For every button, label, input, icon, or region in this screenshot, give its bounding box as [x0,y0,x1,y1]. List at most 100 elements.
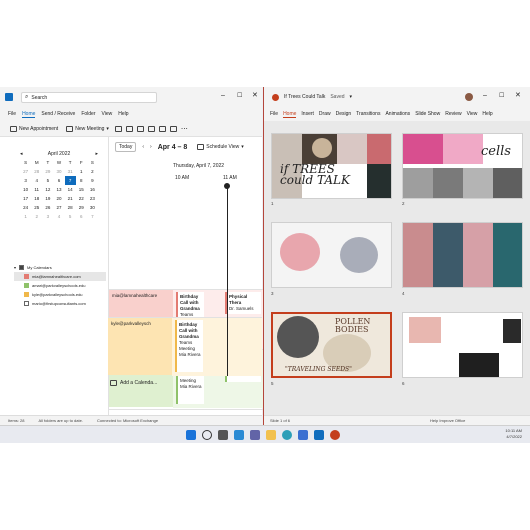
menu-draw[interactable]: Draw [319,111,331,117]
calendar-day[interactable]: 20 [53,194,64,203]
menu-home[interactable]: Home [22,111,36,118]
menu-view[interactable]: View [467,111,478,117]
calendar-checkbox[interactable] [24,301,29,306]
slide-thumbnail-2[interactable]: cells [402,133,523,199]
file-explorer-icon[interactable] [266,430,276,440]
task-view-icon[interactable] [218,430,228,440]
calendar-day[interactable]: 21 [65,194,76,203]
menu-help[interactable]: Help [482,111,492,117]
chat-icon[interactable] [250,430,260,440]
calendar-checkbox[interactable] [24,274,29,279]
close-button[interactable]: ✕ [252,91,258,99]
menu-file[interactable]: File [8,111,16,117]
calendar-day[interactable]: 23 [87,194,98,203]
calendar-day[interactable]: 18 [31,194,42,203]
menu-transitions[interactable]: Transitions [356,111,380,117]
calendar-day[interactable]: 29 [76,203,87,212]
calendar-checkbox[interactable] [24,283,29,288]
calendar-day[interactable]: 30 [53,167,64,176]
menu-home[interactable]: Home [283,111,297,118]
calendar-item-kyle[interactable]: kyle@parkvalleyschools.edu [14,290,106,299]
outlook-icon[interactable] [314,430,324,440]
calendar-day[interactable]: 27 [20,167,31,176]
calendar-day[interactable]: 7 [64,176,76,185]
calendar-day[interactable]: 5 [65,212,76,221]
menu-insert[interactable]: Insert [301,111,314,117]
status-help[interactable]: Help Improve Office [430,418,465,423]
calendar-day[interactable]: 3 [42,212,53,221]
new-appointment-button[interactable]: New Appointment [8,123,60,134]
calendar-day[interactable]: 9 [87,176,98,185]
calendar-event[interactable]: Birthday Call with Grandma Teams Meeting… [175,320,203,372]
calendar-day[interactable]: 6 [76,212,87,221]
next-month-icon[interactable]: ▸ [95,151,98,157]
schedule-view-icon[interactable] [158,125,166,132]
prev-icon[interactable]: ‹ [142,144,144,150]
calendar-day[interactable]: 2 [31,212,42,221]
calendar-day[interactable]: 26 [42,203,53,212]
calendar-item-amari[interactable]: amari@parkvalleyschools.edu [14,281,106,290]
menu-view[interactable]: View [102,111,113,117]
work-week-icon[interactable] [125,125,133,132]
minimize-button[interactable]: – [221,92,225,99]
calendar-checkbox[interactable] [24,292,29,297]
calendar-day[interactable]: 6 [53,176,64,185]
menu-design[interactable]: Design [336,111,352,117]
slide-thumbnail-5[interactable]: POLLEN BODIES "TRAVELING SEEDS" [271,312,392,378]
add-calendar-button[interactable]: Add a Calenda... [110,378,180,388]
calendar-day[interactable]: 4 [31,176,42,185]
day-view-icon[interactable] [114,125,122,132]
calendar-day[interactable]: 8 [76,176,87,185]
share-calendar-icon[interactable] [169,125,177,132]
calendar-day[interactable]: 19 [42,194,53,203]
calendar-item-mia[interactable]: mia@lamnahealthcare.com [14,272,106,281]
menu-review[interactable]: Review [445,111,461,117]
calendar-day[interactable]: 1 [20,212,31,221]
slide-thumbnail-3[interactable] [271,222,392,288]
slide-thumbnail-1[interactable]: if TREES could TALK [271,133,392,199]
search-icon[interactable] [202,430,212,440]
calendar-day[interactable]: 16 [87,185,98,194]
calendar-event[interactable]: Physical Thera Dr. Samuels [225,292,261,314]
calendar-day[interactable]: 22 [76,194,87,203]
calendar-day[interactable]: 25 [31,203,42,212]
saved-status[interactable]: Saved [330,94,344,100]
calendar-day[interactable]: 10 [20,185,31,194]
slide-thumbnail-6[interactable] [402,312,523,378]
next-icon[interactable]: › [150,144,152,150]
calendar-day[interactable]: 13 [53,185,64,194]
search-input[interactable]: ⌕ Search [21,92,157,103]
menu-folder[interactable]: Folder [81,111,95,117]
store-icon[interactable] [298,430,308,440]
system-tray-clock[interactable]: 10:11 AM 4/7/2022 [505,428,522,440]
new-meeting-button[interactable]: New Meeting ▾ [64,123,111,134]
maximize-button[interactable]: ☐ [237,92,242,99]
calendar-day[interactable]: 15 [76,185,87,194]
menu-file[interactable]: File [270,111,278,117]
calendar-day[interactable]: 1 [76,167,87,176]
menu-slide-show[interactable]: Slide Show [415,111,440,117]
calendar-day[interactable]: 3 [20,176,31,185]
calendar-day[interactable]: 2 [87,167,98,176]
calendar-day[interactable]: 5 [42,176,53,185]
slide-thumbnail-4[interactable] [402,222,523,288]
calendar-day[interactable]: 11 [31,185,42,194]
widgets-icon[interactable] [234,430,244,440]
schedule-view-dropdown[interactable]: Schedule View ▾ [197,144,244,150]
calendar-day[interactable]: 7 [87,212,98,221]
menu-send-receive[interactable]: Send / Receive [41,111,75,117]
row-owner[interactable]: kyle@parkvalleysch [108,318,172,375]
menu-help[interactable]: Help [118,111,128,117]
close-button[interactable]: ✕ [515,91,521,99]
calendar-day[interactable]: 14 [65,185,76,194]
calendar-day[interactable]: 28 [31,167,42,176]
calendar-day[interactable]: 28 [65,203,76,212]
more-options-icon[interactable]: ⋯ [181,125,188,133]
prev-month-icon[interactable]: ◂ [20,151,23,157]
maximize-button[interactable]: ☐ [499,92,504,99]
calendar-day[interactable]: 31 [65,167,76,176]
edge-icon[interactable] [282,430,292,440]
avatar[interactable] [465,93,473,101]
my-calendars-header[interactable]: ▾ My Calendars [14,263,106,272]
calendar-day[interactable]: 29 [42,167,53,176]
